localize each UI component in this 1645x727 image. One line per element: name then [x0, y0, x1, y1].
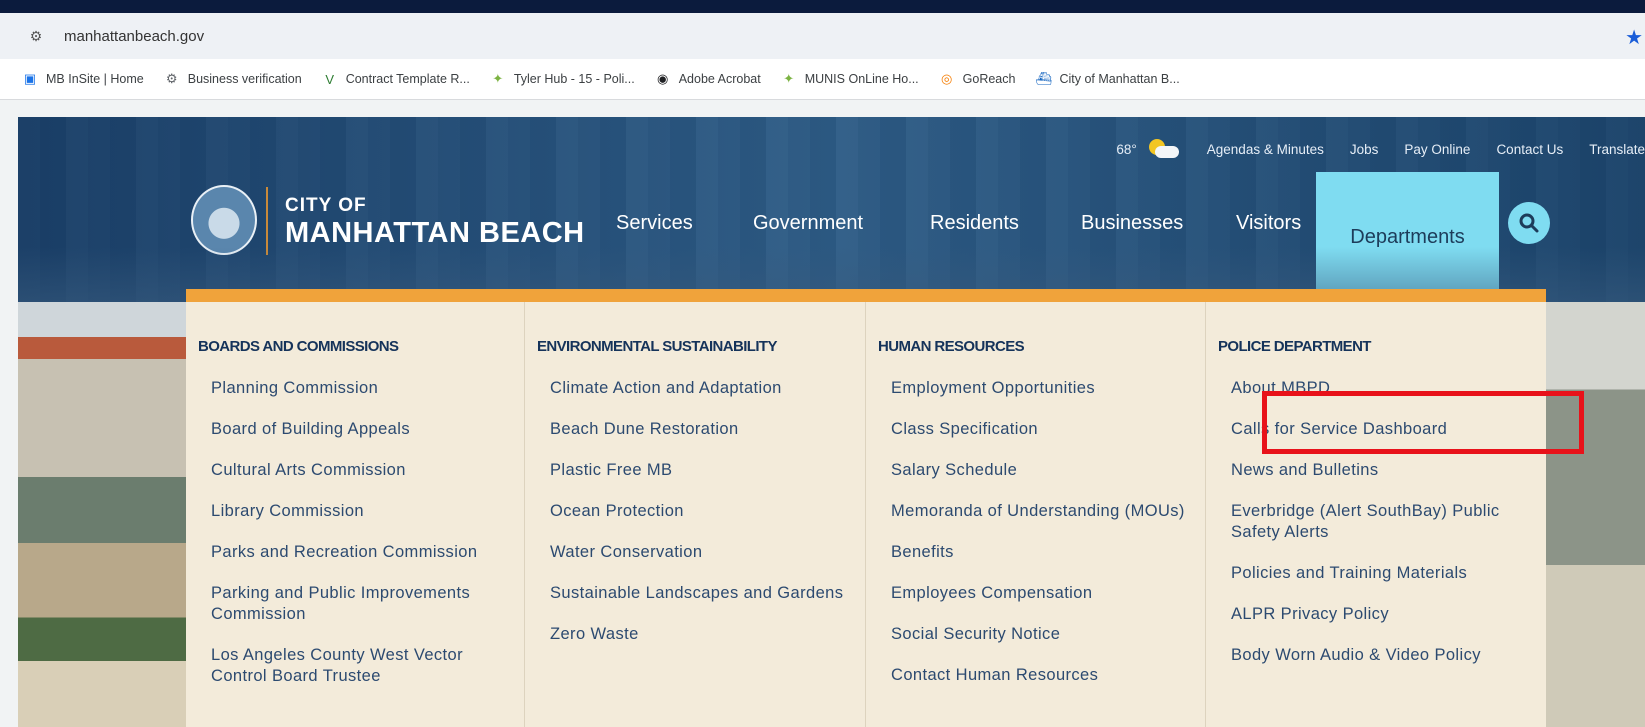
- menu-link[interactable]: Employees Compensation: [891, 583, 1195, 604]
- bookmark-item[interactable]: ▣ MB InSite | Home: [22, 71, 144, 87]
- temperature: 68°: [1116, 141, 1137, 157]
- menu-column-boards: BOARDS AND COMMISSIONS Planning Commissi…: [186, 302, 525, 727]
- brand-main-text: MANHATTAN BEACH: [285, 217, 585, 249]
- menu-link[interactable]: Water Conservation: [550, 542, 855, 563]
- globe-icon: ◉: [657, 71, 669, 86]
- hero-banner: 68° Agendas & Minutes Jobs Pay Online Co…: [18, 117, 1645, 302]
- menu-link[interactable]: Employment Opportunities: [891, 378, 1195, 399]
- column-links: Employment Opportunities Class Specificat…: [891, 378, 1195, 706]
- pin-icon: ◎: [940, 71, 953, 86]
- column-heading[interactable]: BOARDS AND COMMISSIONS: [198, 338, 399, 355]
- menu-link[interactable]: Memoranda of Understanding (MOUs): [891, 501, 1195, 522]
- logo-divider: [266, 187, 268, 255]
- search-button[interactable]: [1508, 202, 1550, 244]
- column-links: Climate Action and Adaptation Beach Dune …: [550, 378, 855, 665]
- bookmark-label: Tyler Hub - 15 - Poli...: [513, 72, 635, 86]
- gear-icon: ⚙: [165, 71, 178, 86]
- menu-link[interactable]: Planning Commission: [211, 378, 514, 399]
- menu-link[interactable]: Zero Waste: [550, 624, 855, 645]
- site-settings-icon[interactable]: ⚙: [26, 26, 46, 46]
- bookmark-item[interactable]: ⚙ Business verification: [164, 71, 302, 87]
- column-heading[interactable]: ENVIRONMENTAL SUSTAINABILITY: [537, 338, 777, 355]
- bookmark-label: Contract Template R...: [345, 72, 470, 86]
- utility-link-contact[interactable]: Contact Us: [1496, 142, 1563, 157]
- tyler-icon: ✦: [783, 71, 795, 86]
- menu-link[interactable]: ALPR Privacy Policy: [1231, 604, 1536, 625]
- bookmark-item[interactable]: ⛴ City of Manhattan B...: [1035, 71, 1179, 87]
- column-links: Planning Commission Board of Building App…: [211, 378, 514, 707]
- menu-link[interactable]: Beach Dune Restoration: [550, 419, 855, 440]
- menu-link[interactable]: Parking and Public Improvements Commissi…: [211, 583, 514, 625]
- address-bar[interactable]: ⚙ manhattanbeach.gov ★: [0, 13, 1645, 59]
- nav-government[interactable]: Government: [753, 212, 863, 235]
- menu-link[interactable]: Salary Schedule: [891, 460, 1195, 481]
- nav-departments-label: Departments: [1350, 225, 1465, 248]
- city-seal-icon: [191, 185, 257, 255]
- bookmark-label: GoReach: [962, 72, 1016, 86]
- utility-bar: 68° Agendas & Minutes Jobs Pay Online Co…: [1116, 139, 1645, 159]
- background-photo-right: [1546, 302, 1645, 727]
- menu-link[interactable]: Parks and Recreation Commission: [211, 542, 514, 563]
- bookmark-star-icon[interactable]: ★: [1625, 25, 1643, 50]
- menu-link[interactable]: Sustainable Landscapes and Gardens: [550, 583, 855, 604]
- menu-link[interactable]: Policies and Training Materials: [1231, 563, 1536, 584]
- city-seal-logo[interactable]: [191, 185, 257, 263]
- departments-mega-menu: BOARDS AND COMMISSIONS Planning Commissi…: [186, 289, 1546, 727]
- menu-column-police: POLICE DEPARTMENT About MBPD Calls for Se…: [1206, 302, 1546, 727]
- bookmark-label: Business verification: [187, 72, 302, 86]
- column-heading[interactable]: POLICE DEPARTMENT: [1218, 338, 1371, 355]
- nav-services[interactable]: Services: [616, 212, 693, 235]
- vee-icon: V: [325, 71, 335, 87]
- nav-residents[interactable]: Residents: [930, 212, 1019, 235]
- browser-window: ⚙ manhattanbeach.gov ★ ▣ MB InSite | Home…: [0, 13, 1645, 727]
- background-photo-left: [18, 302, 188, 727]
- menu-column-hr: HUMAN RESOURCES Employment Opportunities…: [866, 302, 1206, 727]
- menu-link[interactable]: Library Commission: [211, 501, 514, 522]
- partly-cloudy-icon: [1145, 139, 1181, 159]
- utility-link-agendas[interactable]: Agendas & Minutes: [1207, 142, 1324, 157]
- utility-link-pay-online[interactable]: Pay Online: [1404, 142, 1470, 157]
- menu-link[interactable]: Class Specification: [891, 419, 1195, 440]
- nav-businesses[interactable]: Businesses: [1081, 212, 1183, 235]
- menu-link[interactable]: News and Bulletins: [1231, 460, 1536, 481]
- menu-link[interactable]: Cultural Arts Commission: [211, 460, 514, 481]
- search-icon: [1519, 213, 1539, 233]
- column-heading[interactable]: HUMAN RESOURCES: [878, 338, 1025, 355]
- highlight-box: [1262, 391, 1584, 454]
- bookmark-label: MUNIS OnLine Ho...: [804, 72, 919, 86]
- bookmark-item[interactable]: ◎ GoReach: [939, 71, 1016, 87]
- menu-link[interactable]: Los Angeles County West Vector Control B…: [211, 645, 514, 687]
- bookmark-item[interactable]: ◉ Adobe Acrobat: [655, 71, 761, 87]
- utility-link-jobs[interactable]: Jobs: [1350, 142, 1379, 157]
- site-brand[interactable]: CITY OF MANHATTAN BEACH: [285, 195, 585, 249]
- menu-link[interactable]: Climate Action and Adaptation: [550, 378, 855, 399]
- url-text[interactable]: manhattanbeach.gov: [64, 28, 204, 45]
- menu-link[interactable]: Ocean Protection: [550, 501, 855, 522]
- nav-departments[interactable]: Departments: [1316, 172, 1499, 302]
- menu-column-environmental: ENVIRONMENTAL SUSTAINABILITY Climate Act…: [525, 302, 866, 727]
- menu-link[interactable]: Contact Human Resources: [891, 665, 1195, 686]
- bookmark-label: City of Manhattan B...: [1059, 72, 1180, 86]
- menu-link[interactable]: Plastic Free MB: [550, 460, 855, 481]
- city-icon: ⛴: [1035, 71, 1052, 86]
- window-icon: ▣: [23, 71, 37, 86]
- bookmark-label: MB InSite | Home: [46, 72, 144, 86]
- brand-top-text: CITY OF: [285, 195, 367, 216]
- utility-link-translate[interactable]: Translate: [1589, 142, 1645, 157]
- bookmarks-bar: ▣ MB InSite | Home ⚙ Business verification V…: [0, 59, 1645, 100]
- tyler-icon: ✦: [492, 71, 504, 86]
- menu-link[interactable]: Board of Building Appeals: [211, 419, 514, 440]
- bookmark-item[interactable]: ✦ Tyler Hub - 15 - Poli...: [490, 71, 635, 87]
- nav-visitors[interactable]: Visitors: [1236, 212, 1301, 235]
- bookmark-item[interactable]: V Contract Template R...: [322, 71, 470, 87]
- weather-widget: 68°: [1116, 139, 1180, 159]
- menu-link[interactable]: Body Worn Audio & Video Policy: [1231, 645, 1536, 666]
- menu-link[interactable]: Everbridge (Alert SouthBay) Public Safet…: [1231, 501, 1536, 543]
- menu-link[interactable]: Social Security Notice: [891, 624, 1195, 645]
- menu-link[interactable]: Benefits: [891, 542, 1195, 563]
- bookmark-label: Adobe Acrobat: [678, 72, 761, 86]
- bookmark-item[interactable]: ✦ MUNIS OnLine Ho...: [781, 71, 919, 87]
